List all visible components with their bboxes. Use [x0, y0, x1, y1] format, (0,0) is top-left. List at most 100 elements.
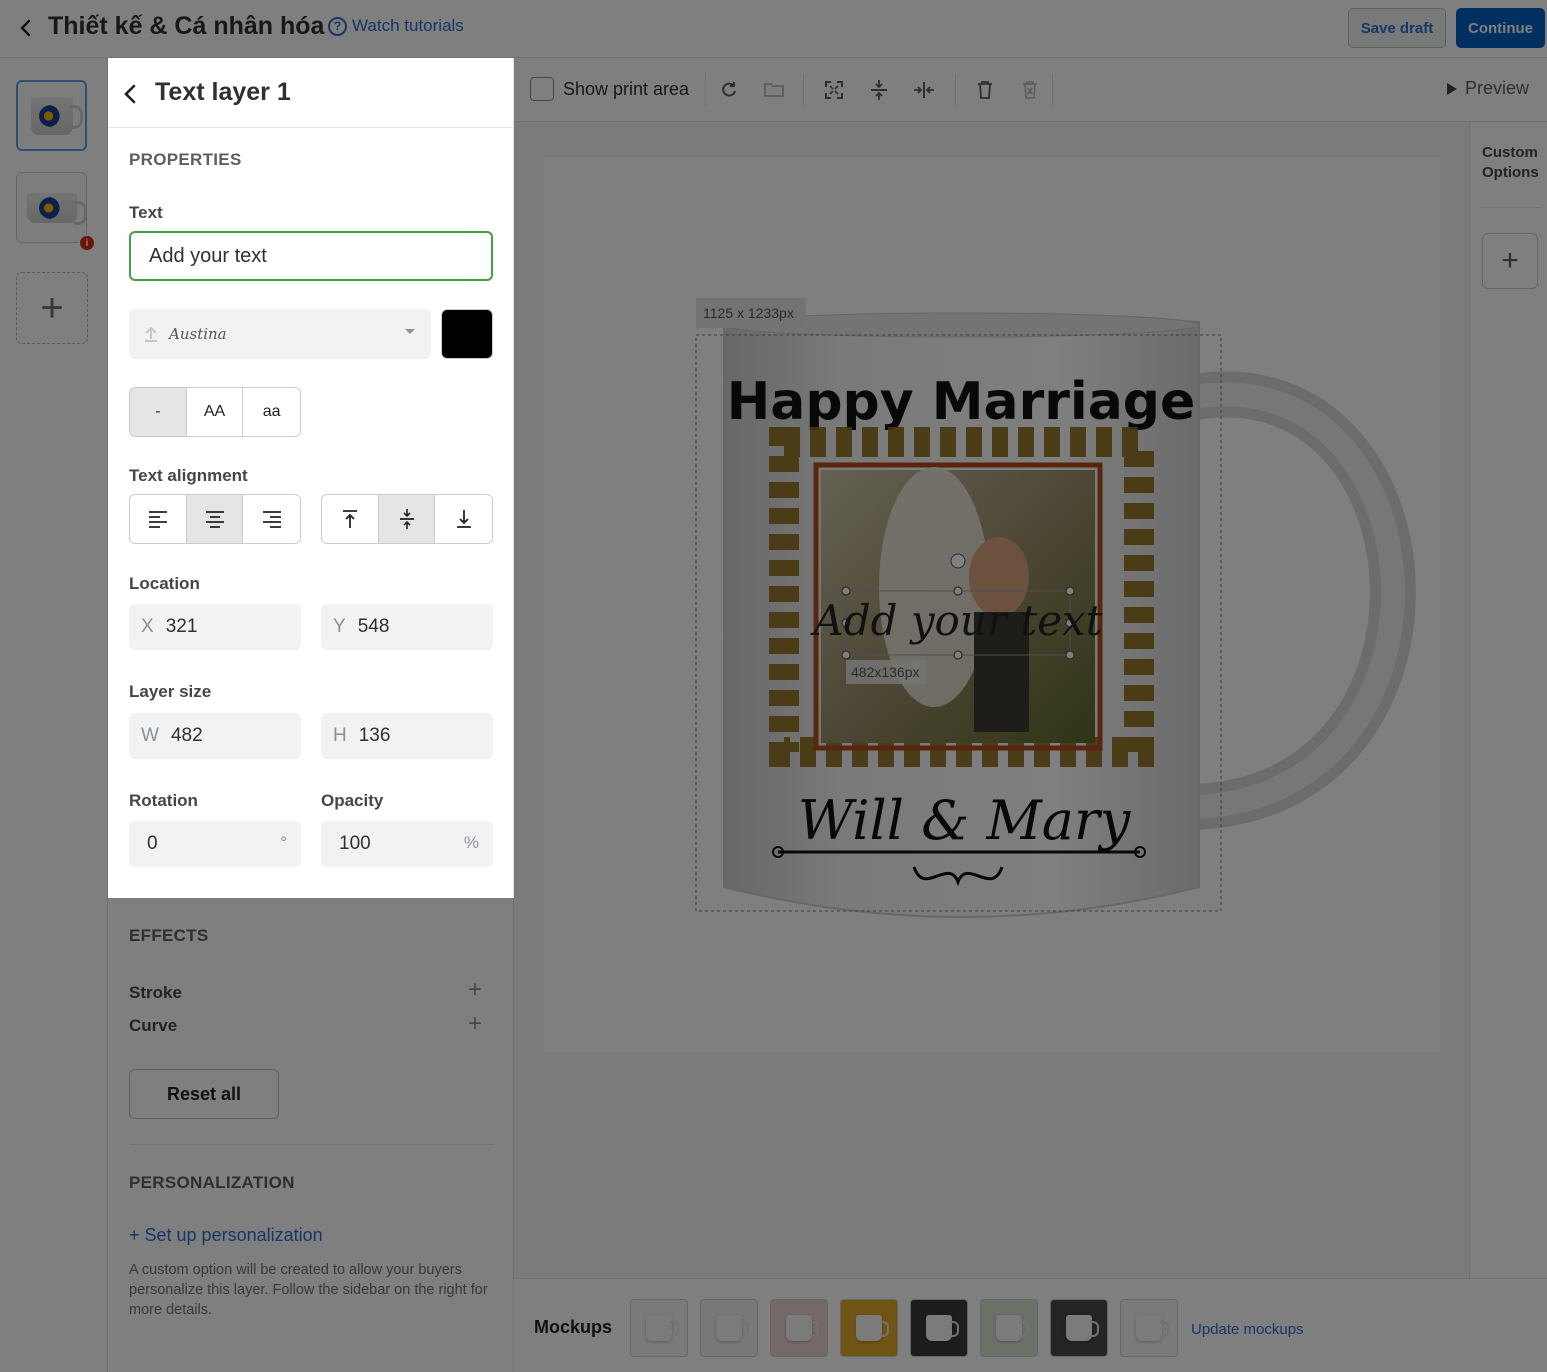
watch-tutorials-link[interactable]: ? Watch tutorials — [328, 16, 464, 36]
align-center-button[interactable] — [186, 495, 244, 543]
case-lower-button[interactable]: aa — [243, 388, 300, 436]
design-thumbnail-2[interactable]: i — [16, 172, 95, 251]
names-text: Will & Mary — [798, 789, 1132, 852]
align-middle-button[interactable] — [378, 495, 436, 543]
page-title: Thiết kế & Cá nhân hóa — [48, 12, 325, 40]
curve-label: Curve — [129, 1016, 178, 1035]
preview-label: Preview — [1465, 78, 1530, 98]
w-value: 482 — [170, 725, 203, 746]
print-area-size-text: 1125 x 1233px — [703, 305, 794, 321]
add-curve-icon[interactable]: + — [468, 1010, 482, 1038]
chevron-left-icon — [124, 84, 136, 104]
properties-heading: PROPERTIES — [129, 150, 242, 169]
mockup-thumbnail[interactable] — [980, 1299, 1038, 1357]
y-value: 548 — [357, 616, 390, 637]
width-input[interactable]: W 482 — [129, 713, 301, 759]
opacity-value: 100 — [339, 833, 371, 854]
opacity-unit: % — [463, 833, 479, 852]
setup-personalization-link[interactable]: + Set up personalization — [129, 1225, 323, 1246]
panel-back-button[interactable] — [116, 80, 144, 108]
toolbar-divider — [803, 74, 804, 106]
align-left-button[interactable] — [130, 495, 187, 543]
custom-options-title-line1: Custom — [1482, 144, 1538, 161]
reset-all-button[interactable]: Reset all — [129, 1069, 279, 1119]
add-stroke-icon[interactable]: + — [468, 976, 482, 1004]
height-input[interactable]: H 136 — [321, 713, 493, 759]
stroke-label: Stroke — [129, 983, 182, 1002]
chevron-down-icon — [405, 329, 415, 334]
custom-options-title-line2: Options — [1482, 164, 1539, 181]
mockup-thumbnail[interactable] — [1120, 1299, 1178, 1357]
align-center-icon — [205, 511, 224, 528]
add-custom-option-button[interactable]: + — [1482, 233, 1538, 289]
align-top-button[interactable] — [322, 495, 379, 543]
mockup-thumbnail[interactable] — [700, 1299, 758, 1357]
upload-icon — [145, 326, 157, 342]
canvas-toolbar: Show print area Preview — [514, 58, 1547, 122]
top-bar: Thiết kế & Cá nhân hóa ? Watch tutorials… — [0, 0, 1547, 58]
play-icon — [1447, 82, 1457, 95]
continue-button[interactable]: Continue — [1456, 8, 1545, 48]
rotation-input[interactable]: 0 ° — [129, 821, 301, 867]
horizontal-alignment-toggle — [129, 494, 301, 544]
trash-icon[interactable] — [971, 76, 999, 104]
canvas-area: 1125 x 1233px Happy Marriage Add your te… — [514, 123, 1469, 1278]
rotate-handle-icon[interactable] — [950, 553, 966, 569]
rotation-label: Rotation — [129, 791, 198, 810]
refresh-icon[interactable] — [715, 76, 743, 104]
custom-options-rail: Custom Options + — [1469, 123, 1547, 1278]
location-label: Location — [129, 574, 200, 593]
design-thumbnail-1[interactable] — [16, 80, 87, 151]
design-canvas[interactable]: 1125 x 1233px Happy Marriage Add your te… — [544, 157, 1440, 1052]
update-mockups-link[interactable]: Update mockups — [1191, 1321, 1304, 1338]
add-design-button[interactable]: + — [16, 272, 88, 344]
layer-text: Add your text — [809, 596, 1102, 645]
mockup-thumbnail[interactable] — [1050, 1299, 1108, 1357]
trash-all-icon[interactable] — [1016, 76, 1044, 104]
vertical-alignment-toggle — [321, 494, 493, 544]
font-select[interactable]: Austina — [129, 309, 431, 359]
font-name: Austina — [169, 325, 227, 343]
effects-heading: EFFECTS — [129, 926, 209, 945]
align-right-icon — [262, 511, 281, 528]
layer-settings-panel: Text layer 1 PROPERTIES Text Add your te… — [108, 58, 514, 1372]
y-input[interactable]: Y 548 — [321, 604, 493, 650]
divider — [129, 1144, 493, 1145]
save-draft-button[interactable]: Save draft — [1348, 8, 1446, 48]
custom-options-title: Custom Options — [1482, 143, 1539, 183]
folder-replace-icon[interactable] — [760, 76, 788, 104]
expand-icon[interactable] — [820, 76, 848, 104]
mockup-thumbnail[interactable] — [910, 1299, 968, 1357]
opacity-input[interactable]: 100 % — [321, 821, 493, 867]
opacity-label: Opacity — [321, 791, 384, 810]
mug-thumbnail-image — [30, 96, 83, 135]
divider — [1480, 207, 1540, 208]
align-bottom-button[interactable] — [435, 495, 492, 543]
mockups-title: Mockups — [534, 1317, 613, 1337]
headline-text: Happy Marriage — [727, 372, 1196, 432]
mockup-thumbnail[interactable] — [840, 1299, 898, 1357]
panel-title: Text layer 1 — [155, 78, 291, 106]
mockup-thumbnail[interactable] — [630, 1299, 688, 1357]
preview-button[interactable]: Preview — [1447, 78, 1529, 99]
show-print-area-label: Show print area — [563, 79, 690, 99]
panel-header: Text layer 1 — [108, 58, 514, 128]
text-input[interactable]: Add your text — [129, 231, 493, 281]
layer-size-text: 482x136px — [851, 664, 920, 680]
back-button[interactable] — [14, 14, 38, 42]
text-label: Text — [129, 203, 163, 222]
x-prefix: X — [141, 616, 154, 637]
case-none-button[interactable]: - — [130, 388, 187, 436]
mockup-thumbnail[interactable] — [770, 1299, 828, 1357]
x-value: 321 — [165, 616, 198, 637]
align-right-button[interactable] — [243, 495, 300, 543]
design-thumbnail-rail: i + — [0, 58, 108, 1372]
align-horizontal-center-icon[interactable] — [910, 76, 938, 104]
mockups-bar: Mockups Update mockups — [514, 1278, 1547, 1372]
case-upper-button[interactable]: AA — [187, 388, 244, 436]
align-vertical-center-icon[interactable] — [865, 76, 893, 104]
show-print-area-checkbox[interactable] — [530, 77, 554, 101]
x-input[interactable]: X 321 — [129, 604, 301, 650]
toolbar-divider — [705, 74, 706, 106]
text-color-swatch[interactable] — [441, 309, 493, 359]
